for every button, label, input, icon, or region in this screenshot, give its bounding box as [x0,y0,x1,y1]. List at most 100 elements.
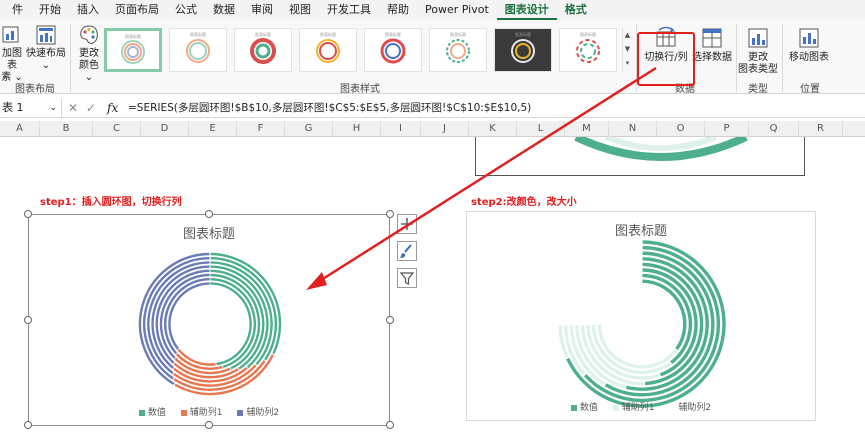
legend-item: 辅助列1 [612,400,655,413]
ribbon-separator [736,24,737,92]
chart-legend[interactable]: 数值 辅助列1 辅助列2 [467,400,815,413]
formula-buttons: ✕ ✓ [68,99,96,117]
column-headers: A B C D E F G H I J K L M N O P Q R [0,121,865,137]
column-header[interactable]: R [799,121,843,137]
ribbon-separator [70,24,71,92]
column-header[interactable]: P [705,121,749,137]
add-chart-element-button[interactable]: 加图表 素 ⌄ [0,24,24,84]
tab-power-pivot[interactable]: Power Pivot [417,0,497,20]
change-chart-type-button[interactable]: 更改 图表类型 [738,26,778,76]
chart-style-7[interactable]: 图表标题 [494,28,552,72]
column-header[interactable]: Q [749,121,799,137]
partial-chart-above[interactable] [475,137,805,176]
plus-icon [401,218,413,230]
chart-legend[interactable]: 数值 辅助列1 辅助列2 [29,405,389,418]
resize-handle[interactable] [205,210,213,218]
column-header[interactable]: O [657,121,705,137]
legend-item: 数值 [570,400,598,413]
legend-swatch [237,409,244,416]
step2-annotation: step2:改颜色，改大小 [471,197,577,208]
legend-swatch [612,404,619,411]
column-header[interactable]: G [285,121,333,137]
doughnut-rings [558,240,726,408]
chart-style-2[interactable]: 图表标题 [169,28,227,72]
tab-data[interactable]: 数据 [205,0,243,20]
chart-elements-button[interactable] [397,214,417,234]
name-box[interactable]: 表 1 ⌄ [0,99,62,117]
select-data-label: 选择数据 [692,52,732,63]
column-header[interactable]: A [0,121,40,137]
add-chart-element-label: 加图表 [2,48,22,71]
tab-help[interactable]: 帮助 [379,0,417,20]
gallery-down-icon[interactable]: ▼ [623,42,632,56]
tab-view[interactable]: 视图 [281,0,319,20]
legend-item: 辅助列1 [180,405,223,418]
resize-handle[interactable] [386,316,394,324]
resize-handle[interactable] [24,421,32,429]
change-colors-button[interactable]: 更改 颜色 ⌄ [74,24,104,84]
legend-item: 辅助列2 [237,405,279,418]
chart-style-5[interactable]: 图表标题 [364,28,422,72]
chart-style-4[interactable]: 图表标题 [299,28,357,72]
column-header[interactable]: K [469,121,517,137]
doughnut-rings [138,252,282,396]
move-chart-button[interactable]: 移动图表 [786,26,832,64]
step1-annotation: step1：插入圆环图，切换行列 [40,197,182,208]
resize-handle[interactable] [24,316,32,324]
resize-handle[interactable] [386,210,394,218]
gallery-scroll[interactable]: ▲ ▼ ▾ [622,28,632,72]
column-header[interactable]: M [565,121,609,137]
column-header[interactable]: L [517,121,565,137]
right-doughnut-chart[interactable]: 图表标题 数值 辅助列1 辅助列2 [466,211,816,421]
chart-layout-group-label: 图表布局 [15,84,55,95]
column-header[interactable]: E [189,121,237,137]
quick-layout-button[interactable]: 快速布局 ⌄ [26,24,66,72]
type-group-label: 类型 [748,84,768,95]
tab-page-layout[interactable]: 页面布局 [107,0,167,20]
left-doughnut-chart[interactable]: 图表标题 数值 辅助列1 辅助列2 [28,214,390,426]
chart-style-8[interactable]: 图表标题 [559,28,617,72]
chart-style-3[interactable]: 图表标题 [234,28,292,72]
ribbon-separator [782,24,783,92]
resize-handle[interactable] [386,421,394,429]
column-header[interactable]: J [421,121,469,137]
insert-function-button[interactable]: fx [107,99,118,117]
formula-input[interactable]: =SERIES(多层圆环图!$B$10,多层圆环图!$C$5:$E$5,多层圆环… [128,99,531,117]
chevron-down-icon: ⌄ [49,103,57,113]
gallery-more-icon[interactable]: ▾ [623,56,632,70]
column-header[interactable]: H [333,121,381,137]
column-header[interactable]: B [40,121,93,137]
chart-style-6[interactable]: 图表标题 [429,28,487,72]
resize-handle[interactable] [24,210,32,218]
tab-format[interactable]: 格式 [557,0,595,20]
palette-icon [80,25,98,44]
tab-file[interactable]: 件 [4,0,31,20]
chart-styles-button[interactable] [397,241,417,261]
tab-home[interactable]: 开始 [31,0,69,20]
resize-handle[interactable] [205,421,213,429]
chart-element-icon [2,26,19,43]
check-icon[interactable]: ✓ [86,101,96,115]
select-data-button[interactable]: 选择数据 [692,26,732,64]
move-chart-icon [799,28,819,48]
column-header[interactable]: I [381,121,421,137]
column-header[interactable]: F [237,121,285,137]
tab-formulas[interactable]: 公式 [167,0,205,20]
formula-bar: 表 1 ⌄ ✕ ✓ fx =SERIES(多层圆环图!$B$10,多层圆环图!$… [0,98,865,118]
chart-style-1[interactable]: 图表标题 [104,28,162,72]
cancel-icon[interactable]: ✕ [68,101,78,115]
select-data-icon [702,28,722,48]
column-header[interactable]: C [93,121,141,137]
quick-layout-sub: ⌄ [41,60,51,71]
menu-tab-bar: 件 开始 插入 页面布局 公式 数据 审阅 视图 开发工具 帮助 Power P… [0,0,865,20]
gallery-up-icon[interactable]: ▲ [623,28,632,42]
legend-swatch [570,404,577,411]
chart-filters-button[interactable] [397,268,417,288]
tab-chart-design[interactable]: 图表设计 [496,0,557,20]
quick-layout-label: 快速布局 [26,48,66,59]
tab-insert[interactable]: 插入 [69,0,107,20]
column-header[interactable]: D [141,121,189,137]
tab-developer[interactable]: 开发工具 [319,0,379,20]
tab-review[interactable]: 审阅 [243,0,281,20]
column-header[interactable]: N [609,121,657,137]
